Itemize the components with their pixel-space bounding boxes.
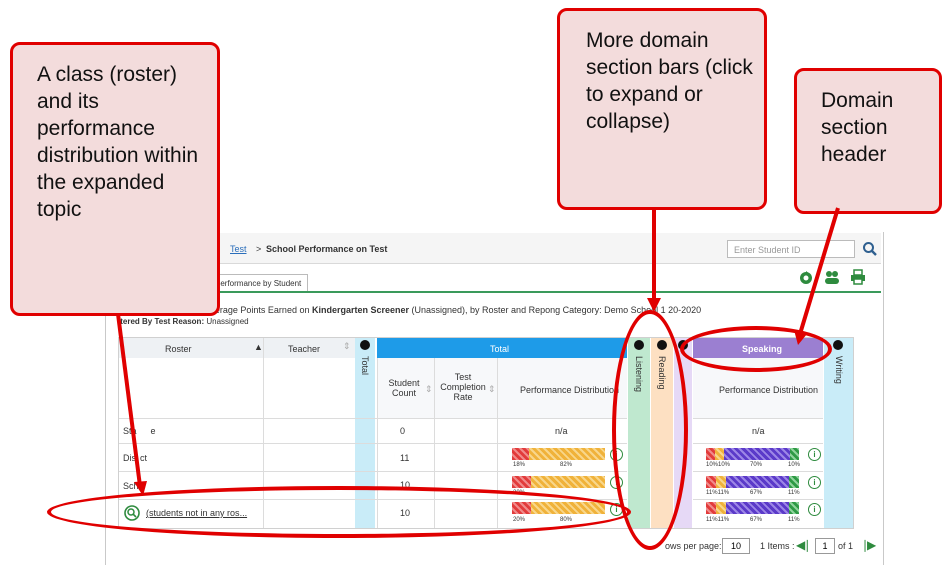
roster-row-highlight [47,486,631,538]
page-of-label: of 1 [838,541,854,551]
refresh-icon[interactable] [797,268,815,286]
info-icon[interactable]: i [808,476,821,489]
total-perf-header: Performance Distribution [520,385,620,395]
speaking-perf-header: Performance Distribution [719,385,819,395]
page-number-input[interactable]: 1 [815,538,835,554]
completion-sort-icon[interactable]: ⇕ [488,384,496,395]
teacher-sort-icon[interactable]: ⇕ [343,341,351,352]
teacher-column-header[interactable]: Teacher [288,344,320,354]
school-total-bar [512,476,605,488]
page-title: School Performance on Test [266,244,388,254]
district-count: 11 [400,453,410,463]
search-icon[interactable] [862,240,878,258]
grid-line [693,471,823,472]
school-speaking-bar [706,476,799,488]
state-name-a: Sta [123,426,137,436]
grid-line [119,418,627,419]
print-icon[interactable] [849,268,867,286]
report-filter: ltered By Test Reason: Unassigned [118,317,249,326]
info-icon[interactable]: i [808,448,821,461]
grid-line [119,443,627,444]
state-name-b: e [150,426,156,436]
bar-segment-purple [726,476,789,488]
bar-segment-yellow [529,448,605,460]
callout-domain-bars: More domain section bars (click to expan… [557,8,767,210]
bar-segment-yellow [716,476,726,488]
district-speak-pct-1: 10%10% [706,462,731,468]
breadcrumb-separator: > [256,244,262,254]
district-total-bar [512,448,605,460]
tab-underline [106,291,881,293]
bar-segment-purple [726,502,789,514]
state-total-na: n/a [555,426,568,436]
total-vertical-label: Total [360,356,370,376]
grid-line [693,443,823,444]
row-school-name: Sch [123,481,139,491]
grid-line [693,418,823,419]
roster-speak-pct-2: 67% [750,517,763,523]
grid-line [693,499,823,500]
info-icon[interactable]: i [808,503,821,516]
bar-segment-green [789,502,799,514]
roster-column-header[interactable]: Roster [165,344,192,354]
school-speak-pct-1: 11%11% [706,490,730,496]
group-icon[interactable] [823,268,841,286]
expand-writing-icon[interactable] [833,340,843,350]
state-count: 0 [400,426,406,436]
completion-rate-header[interactable]: Test Completion Rate [438,372,488,402]
roster-sort-icon[interactable]: ▲ [254,342,263,352]
school-speak-pct-2: 67% [750,490,763,496]
district-total-pct-1: 18% [513,462,526,468]
bar-segment-yellow [531,476,605,488]
row-state-name: Sta e [123,426,156,436]
bar-segment-red [512,476,531,488]
callout-domain-header: Domain section header [794,68,942,214]
student-search-input[interactable]: Enter Student ID [727,240,855,258]
roster-speak-pct-1: 11%11% [706,517,730,523]
writing-label: Writing [834,356,844,384]
total-group-label: Total [490,344,510,354]
school-speak-pct-3: 11% [788,490,800,496]
bar-segment-red [706,476,716,488]
description-end: -2020 [678,305,702,315]
rows-per-page-input[interactable]: 10 [722,538,750,554]
bar-segment-yellow [716,502,726,514]
test-name: Kindergarten Screener [311,305,410,315]
bar-segment-purple [724,448,790,460]
roster-speaking-bar [706,502,799,514]
rows-per-page-label: ows per page: [665,541,722,551]
tab-performance-by-student[interactable]: Performance by Student [210,274,308,291]
state-speaking-na: n/a [752,426,765,436]
bar-segment-green [789,476,799,488]
filter-label: ltered By [118,317,155,326]
district-speak-pct-2: 70% [750,462,763,468]
bar-segment-yellow [715,448,724,460]
breadcrumb-link[interactable]: Test [230,244,247,254]
items-count: 1 Items : [760,541,795,551]
description-suffix: (Unassigned), by Roster and Repo [409,305,551,315]
filter-key: Test Reason: [154,317,205,326]
district-name-b: ct [140,453,148,463]
filter-value: Unassigned [206,317,249,326]
student-count-header[interactable]: Student Count [384,378,424,398]
bar-segment-green [790,448,799,460]
grid-line [119,471,627,472]
district-total-pct-2: 82% [560,462,573,468]
next-page-icon[interactable]: ❘▶ [860,538,876,552]
roster-speak-pct-3: 11% [788,517,800,523]
bar-segment-red [706,502,716,514]
callout-roster: A class (roster) and its performance dis… [10,42,220,316]
collapse-total-icon[interactable] [360,340,370,350]
row-district-name: Dis ct [123,453,147,463]
district-speak-pct-3: 10% [788,462,801,468]
district-speaking-bar [706,448,799,460]
bar-segment-red [512,448,529,460]
domain-header-highlight [680,326,832,372]
count-sort-icon[interactable]: ⇕ [425,384,433,395]
bar-segment-red [706,448,715,460]
district-name-a: Dis [123,453,136,463]
prev-page-icon[interactable]: ◀❘ [796,538,812,552]
